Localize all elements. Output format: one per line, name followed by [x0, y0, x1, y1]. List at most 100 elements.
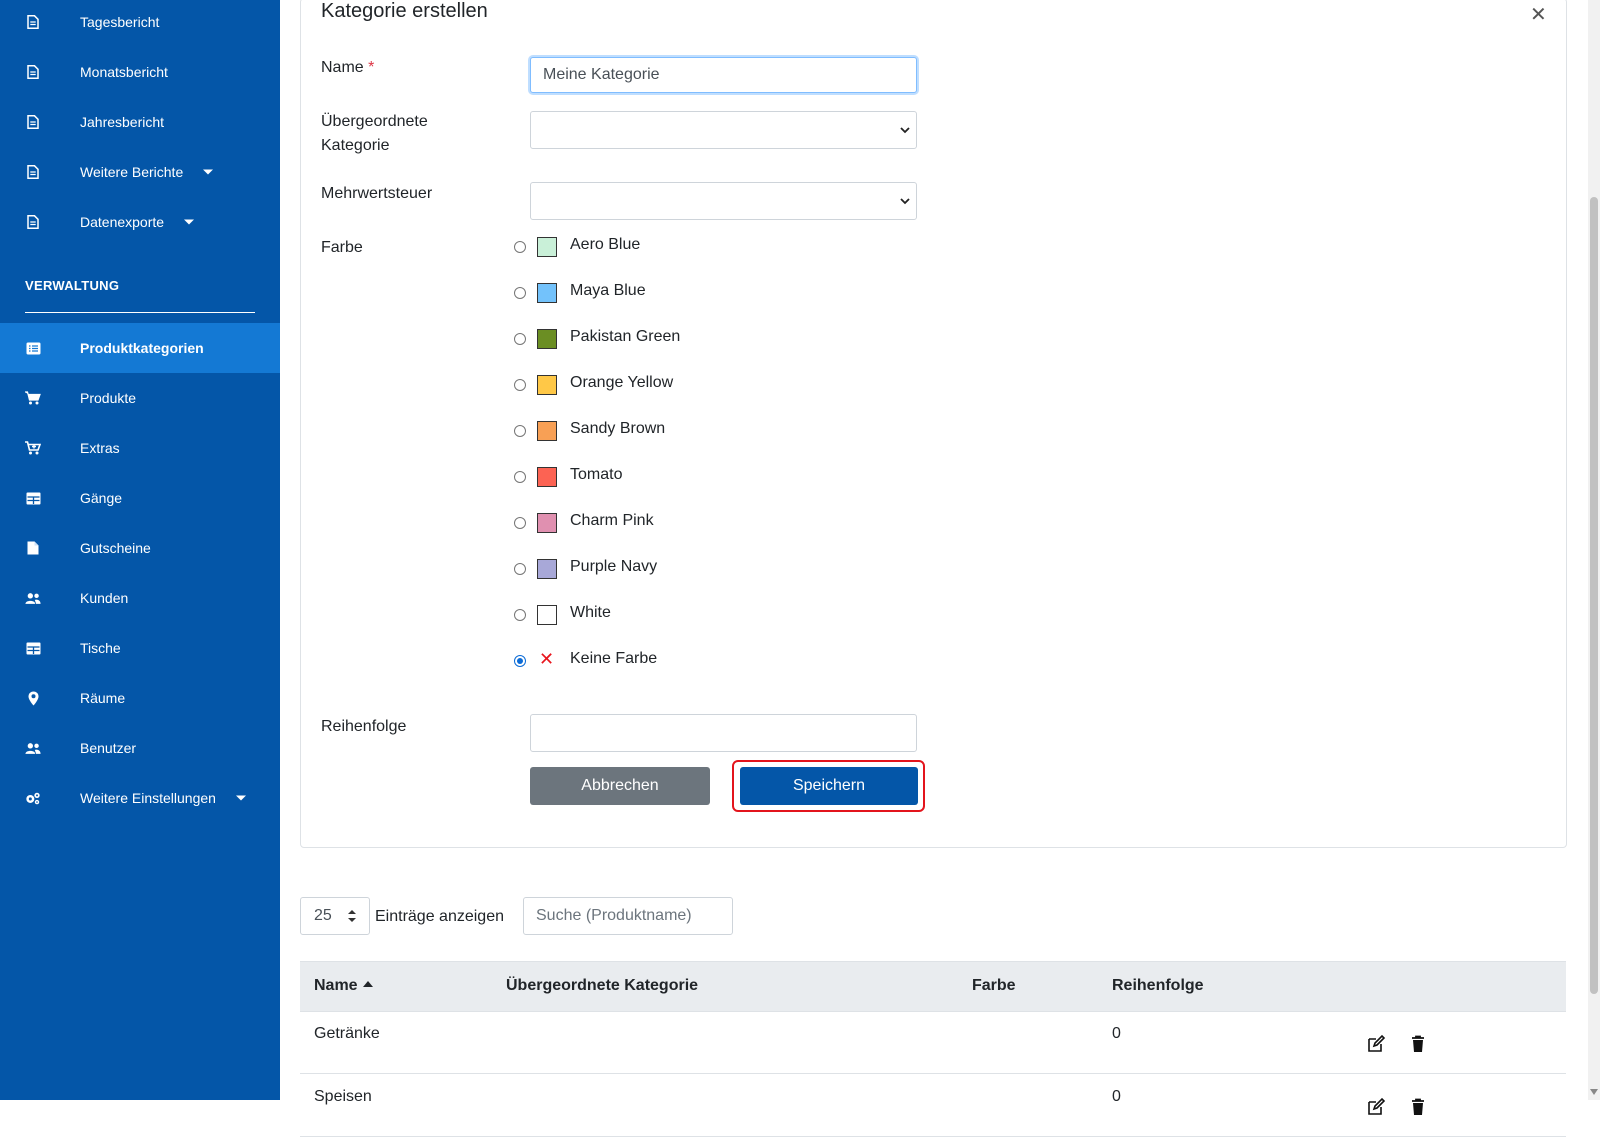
cell-name: Getränke	[314, 1025, 380, 1042]
name-input[interactable]	[530, 57, 917, 93]
order-label: Reihenfolge	[321, 718, 407, 735]
order-input[interactable]	[530, 714, 917, 752]
file-icon	[25, 540, 41, 556]
save-button[interactable]: Speichern	[740, 767, 918, 805]
color-option-purple-navy[interactable]: Purple Navy	[514, 558, 814, 582]
chevron-down-icon	[900, 198, 910, 205]
color-name: Pakistan Green	[570, 328, 681, 345]
sidebar-item-tische[interactable]: Tische	[0, 623, 280, 673]
color-radio[interactable]	[514, 517, 526, 529]
trash-icon[interactable]	[1408, 1097, 1428, 1117]
sidebar-item-raeume[interactable]: Räume	[0, 673, 280, 723]
color-swatch	[537, 237, 557, 257]
sidebar-item-weitere-berichte[interactable]: Weitere Berichte	[0, 147, 280, 197]
sidebar-item-label: Produktkategorien	[80, 340, 204, 356]
page-length-select[interactable]: 25	[300, 897, 370, 935]
color-swatch	[537, 559, 557, 579]
caret-down-icon	[203, 169, 213, 175]
color-option-pakistan-green[interactable]: Pakistan Green	[514, 328, 814, 352]
sidebar-item-datenexporte[interactable]: Datenexporte	[0, 197, 280, 247]
color-name: Maya Blue	[570, 282, 646, 299]
sidebar-item-label: Weitere Berichte	[80, 164, 184, 180]
sidebar-item-label: Datenexporte	[80, 214, 165, 230]
color-option-orange-yellow[interactable]: Orange Yellow	[514, 374, 814, 398]
column-header-parent[interactable]: Übergeordnete Kategorie	[506, 977, 698, 995]
scroll-down-icon[interactable]	[1590, 1089, 1598, 1095]
color-option-keine-farbe[interactable]: ✕ Keine Farbe	[514, 649, 814, 674]
edit-icon[interactable]	[1366, 1097, 1386, 1117]
color-swatch	[537, 513, 557, 533]
sort-ascending-icon	[362, 980, 373, 987]
name-label: Name *	[321, 59, 375, 76]
list-icon	[25, 340, 41, 356]
close-icon[interactable]: ✕	[1530, 2, 1547, 27]
sidebar: VERWALTUNG Tagesbericht Monatsbericht Jahr…	[0, 0, 280, 1100]
column-header-order[interactable]: Reihenfolge	[1112, 977, 1204, 995]
sidebar-item-monatsbericht[interactable]: Monatsbericht	[0, 47, 280, 97]
color-radio[interactable]	[514, 655, 526, 667]
caret-down-icon	[184, 219, 194, 225]
cancel-button[interactable]: Abbrechen	[530, 767, 710, 805]
color-option-sandy-brown[interactable]: Sandy Brown	[514, 420, 814, 444]
sidebar-item-kunden[interactable]: Kunden	[0, 573, 280, 623]
section-divider	[25, 312, 255, 313]
color-name: Orange Yellow	[570, 374, 674, 391]
page-length-value: 25	[314, 907, 332, 924]
cart-icon	[25, 390, 41, 406]
color-option-tomato[interactable]: Tomato	[514, 466, 814, 490]
users-icon	[25, 740, 41, 756]
parent-category-label: Übergeordnete Kategorie	[321, 113, 428, 154]
cogs-icon	[25, 790, 41, 806]
color-name: Keine Farbe	[570, 650, 658, 667]
edit-icon[interactable]	[1366, 1034, 1386, 1054]
sidebar-item-label: Weitere Einstellungen	[80, 790, 216, 806]
sidebar-item-produktkategorien[interactable]: Produktkategorien	[0, 323, 280, 373]
cart-plus-icon	[25, 440, 41, 456]
cell-order: 0	[1112, 1088, 1121, 1105]
vat-select[interactable]	[530, 182, 917, 220]
sidebar-item-extras[interactable]: Extras	[0, 423, 280, 473]
sidebar-item-produkte[interactable]: Produkte	[0, 373, 280, 423]
color-option-aero-blue[interactable]: Aero Blue	[514, 236, 814, 260]
color-radio[interactable]	[514, 241, 526, 253]
color-option-charm-pink[interactable]: Charm Pink	[514, 512, 814, 536]
table-row: Speisen 0	[300, 1074, 1566, 1137]
sidebar-item-label: Produkte	[80, 390, 137, 406]
color-radio[interactable]	[514, 563, 526, 575]
sidebar-item-gutscheine[interactable]: Gutscheine	[0, 523, 280, 573]
map-marker-icon	[25, 690, 41, 706]
category-form-card	[300, 0, 1567, 848]
sidebar-item-benutzer[interactable]: Benutzer	[0, 723, 280, 773]
document-icon	[25, 14, 41, 30]
sidebar-item-gaenge[interactable]: Gänge	[0, 473, 280, 523]
sidebar-item-label: Kunden	[80, 590, 129, 606]
sidebar-item-jahresbericht[interactable]: Jahresbericht	[0, 97, 280, 147]
sidebar-item-weitere-einstellungen[interactable]: Weitere Einstellungen	[0, 773, 280, 823]
column-header-name[interactable]: Name	[314, 977, 373, 995]
document-icon	[25, 164, 41, 180]
trash-icon[interactable]	[1408, 1034, 1428, 1054]
cell-name: Speisen	[314, 1088, 372, 1105]
color-radio[interactable]	[514, 425, 526, 437]
color-name: Aero Blue	[570, 236, 641, 253]
color-radio[interactable]	[514, 379, 526, 391]
color-swatch	[537, 605, 557, 625]
color-radio[interactable]	[514, 471, 526, 483]
document-icon	[25, 114, 41, 130]
section-title-verwaltung: VERWALTUNG	[25, 278, 120, 293]
caret-down-icon	[236, 795, 246, 801]
sidebar-item-tagesbericht[interactable]: Tagesbericht	[0, 0, 280, 47]
color-option-white[interactable]: White	[514, 604, 814, 628]
column-header-color[interactable]: Farbe	[972, 977, 1016, 995]
color-option-maya-blue[interactable]: Maya Blue	[514, 282, 814, 306]
search-input[interactable]	[523, 897, 733, 935]
color-radio[interactable]	[514, 609, 526, 621]
color-name: Purple Navy	[570, 558, 658, 575]
scrollbar-thumb[interactable]	[1590, 197, 1598, 994]
chevron-down-icon	[900, 127, 910, 134]
color-radio[interactable]	[514, 333, 526, 345]
sort-arrows-icon	[348, 910, 356, 922]
color-radio[interactable]	[514, 287, 526, 299]
parent-category-select[interactable]	[530, 111, 917, 149]
sidebar-item-label: Extras	[80, 440, 120, 456]
